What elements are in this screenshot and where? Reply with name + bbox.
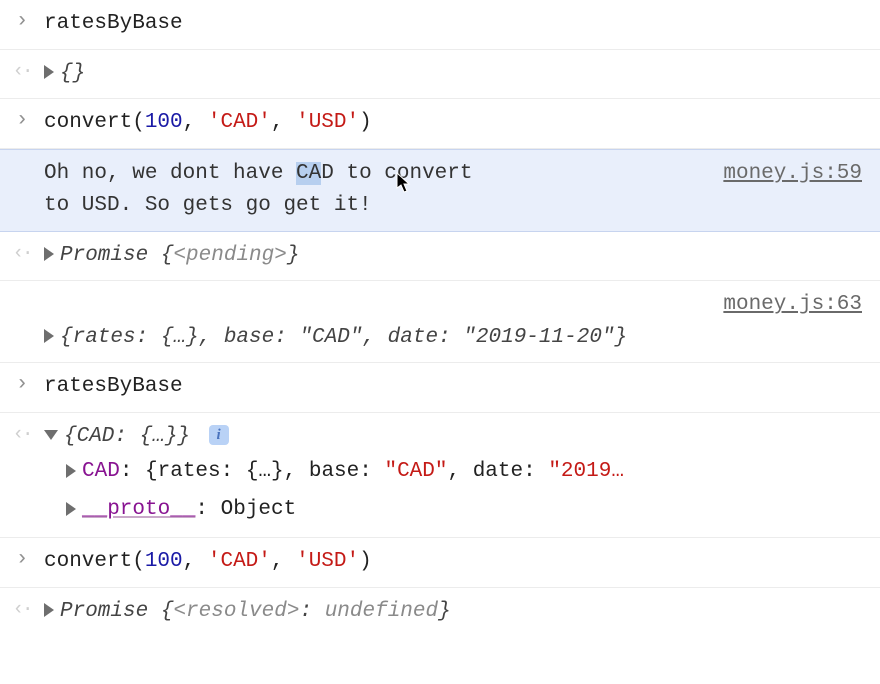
expand-icon[interactable]: [66, 464, 76, 478]
console-output-row: Promise {<resolved>: undefined}: [0, 588, 880, 637]
input-expression[interactable]: ratesByBase: [44, 6, 880, 43]
input-prompt-icon: ›: [0, 105, 44, 132]
input-prompt-icon: ›: [0, 369, 44, 396]
console-output-row: Promise {<pending>}: [0, 232, 880, 282]
console-output-row: {}: [0, 50, 880, 100]
console-output-row: {CAD: {…}} i CAD: {rates: {…}, base: "CA…: [0, 413, 880, 538]
return-icon: [0, 594, 44, 621]
log-message[interactable]: money.js:59 Oh no, we dont have CAD to c…: [44, 156, 880, 225]
input-expression[interactable]: convert(100, 'CAD', 'USD'): [44, 544, 880, 581]
output-value[interactable]: {CAD: {…}} i CAD: {rates: {…}, base: "CA…: [44, 419, 880, 531]
expand-icon[interactable]: [44, 329, 54, 343]
output-value[interactable]: Promise {<resolved>: undefined}: [44, 594, 880, 631]
collapse-icon[interactable]: [44, 430, 58, 440]
log-gutter: [0, 287, 44, 291]
output-value[interactable]: {}: [44, 56, 880, 93]
input-prompt-icon: ›: [0, 544, 44, 571]
expand-icon[interactable]: [44, 65, 54, 79]
expand-icon[interactable]: [44, 603, 54, 617]
input-expression[interactable]: ratesByBase: [44, 369, 880, 406]
console-log-row: money.js:63 {rates: {…}, base: "CAD", da…: [0, 281, 880, 363]
console-log-row: money.js:59 Oh no, we dont have CAD to c…: [0, 149, 880, 232]
console-input-row: › ratesByBase: [0, 0, 880, 50]
output-value[interactable]: Promise {<pending>}: [44, 238, 880, 275]
expand-icon[interactable]: [66, 502, 76, 516]
source-link[interactable]: money.js:63: [44, 289, 862, 322]
log-object[interactable]: money.js:63 {rates: {…}, base: "CAD", da…: [44, 287, 880, 356]
return-icon: [0, 56, 44, 83]
info-icon[interactable]: i: [209, 425, 229, 445]
console-input-row: › convert(100, 'CAD', 'USD'): [0, 538, 880, 588]
return-icon: [0, 238, 44, 265]
log-gutter: [0, 156, 44, 160]
input-expression[interactable]: convert(100, 'CAD', 'USD'): [44, 105, 880, 142]
text-selection: CA: [296, 162, 321, 185]
source-link[interactable]: money.js:59: [723, 158, 862, 191]
object-proto-row[interactable]: __proto__: Object: [66, 491, 870, 529]
input-prompt-icon: ›: [0, 6, 44, 33]
console-input-row: › convert(100, 'CAD', 'USD'): [0, 99, 880, 149]
object-property-row[interactable]: CAD: {rates: {…}, base: "CAD", date: "20…: [66, 453, 870, 491]
console-input-row: › ratesByBase: [0, 363, 880, 413]
expand-icon[interactable]: [44, 247, 54, 261]
return-icon: [0, 419, 44, 446]
